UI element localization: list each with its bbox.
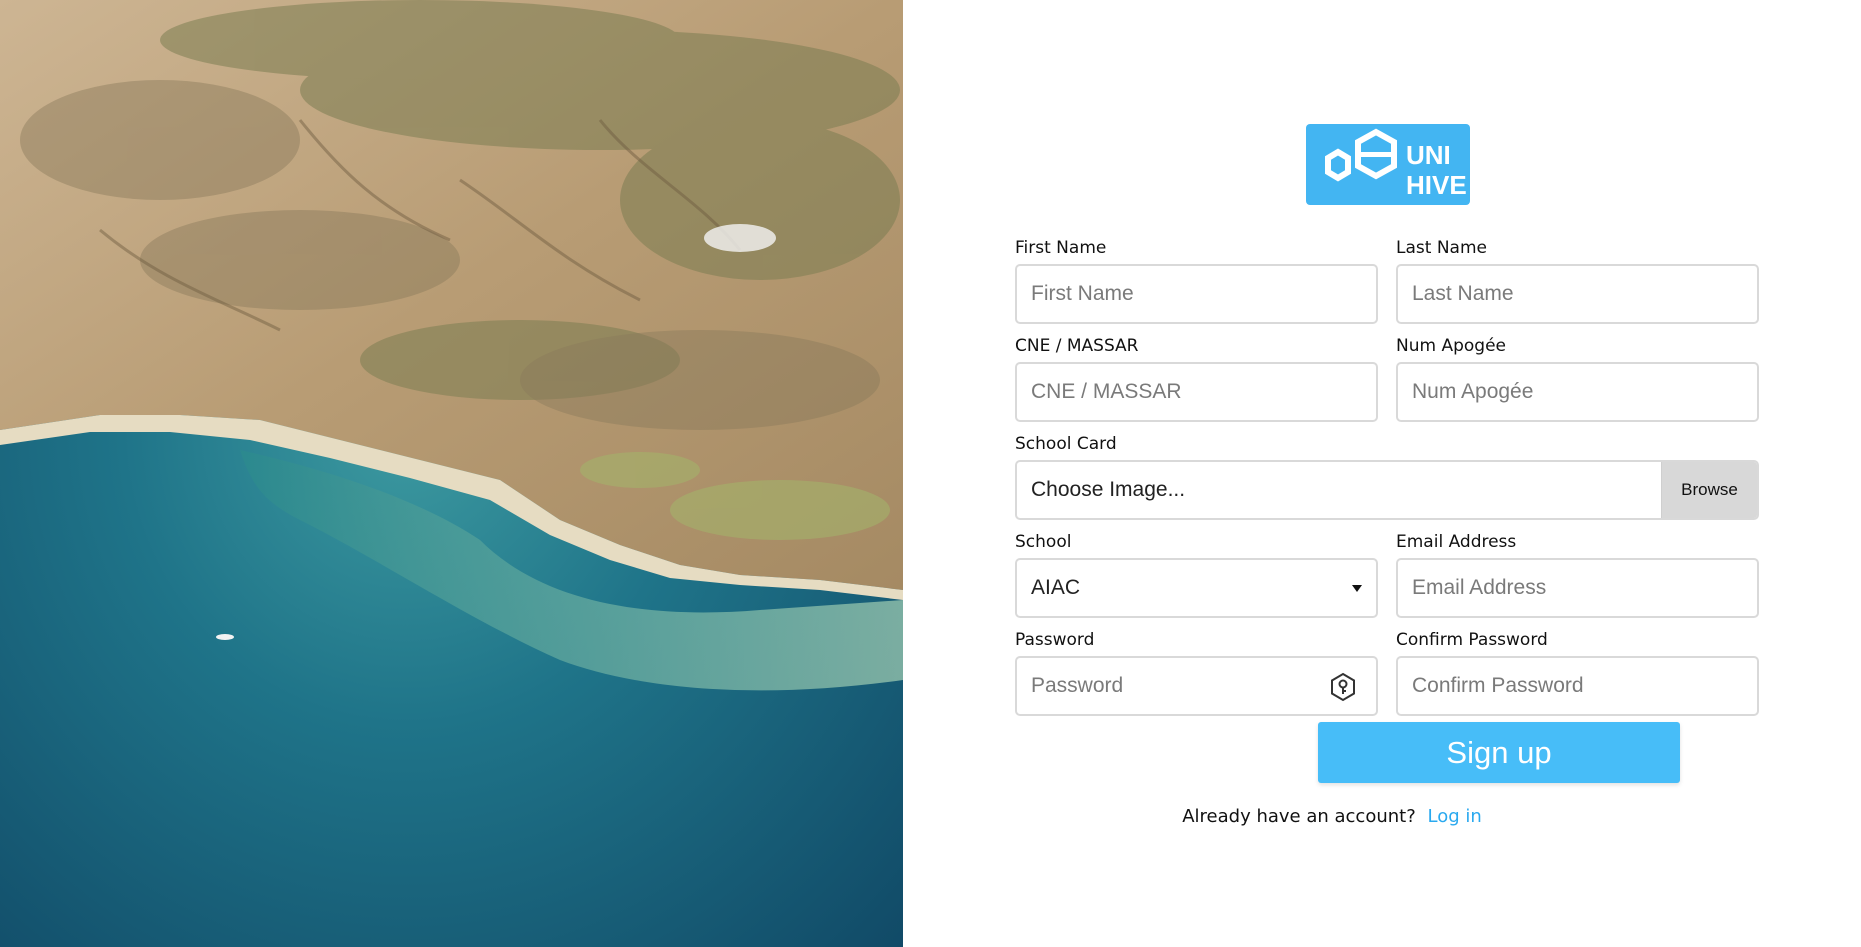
- school-card-file-text: Choose Image...: [1031, 478, 1186, 501]
- last-name-label: Last Name: [1396, 238, 1487, 258]
- apogee-label: Num Apogée: [1396, 336, 1506, 356]
- password-input[interactable]: [1031, 674, 1331, 698]
- email-label: Email Address: [1396, 532, 1517, 552]
- aerial-coastline-image: [0, 0, 903, 947]
- school-card-label: School Card: [1015, 434, 1117, 454]
- already-account-text: Already have an account?: [1182, 806, 1416, 827]
- browse-button[interactable]: Browse: [1661, 462, 1757, 518]
- signup-panel: UNI HIVE First Name Last Name CNE / MASS…: [903, 0, 1861, 947]
- confirm-password-field-wrapper: [1396, 656, 1759, 716]
- signup-page: UNI HIVE First Name Last Name CNE / MASS…: [0, 0, 1861, 947]
- login-link[interactable]: Log in: [1428, 806, 1482, 827]
- school-select-value: AIAC: [1031, 576, 1081, 599]
- logo-text-hive: HIVE: [1406, 170, 1467, 200]
- confirm-password-label: Confirm Password: [1396, 630, 1548, 650]
- password-label: Password: [1015, 630, 1095, 650]
- password-field-wrapper: [1015, 656, 1378, 716]
- school-label: School: [1015, 532, 1072, 552]
- email-field-wrapper: [1396, 558, 1759, 618]
- email-input[interactable]: [1412, 576, 1757, 600]
- key-hexagon-icon[interactable]: [1328, 672, 1358, 702]
- school-select[interactable]: AIAC: [1015, 558, 1378, 618]
- signup-button[interactable]: Sign up: [1318, 722, 1680, 783]
- confirm-password-input[interactable]: [1412, 674, 1757, 698]
- last-name-input[interactable]: [1412, 282, 1757, 306]
- school-card-file-input[interactable]: Choose Image... Browse: [1015, 460, 1759, 520]
- first-name-field-wrapper: [1015, 264, 1378, 324]
- logo-text-uni: UNI: [1406, 140, 1451, 170]
- login-prompt: Already have an account? Log in: [903, 806, 1761, 827]
- apogee-field-wrapper: [1396, 362, 1759, 422]
- first-name-input[interactable]: [1031, 282, 1376, 306]
- unihive-logo: UNI HIVE: [1306, 124, 1470, 205]
- first-name-label: First Name: [1015, 238, 1107, 258]
- cne-input[interactable]: [1031, 380, 1376, 404]
- last-name-field-wrapper: [1396, 264, 1759, 324]
- cne-field-wrapper: [1015, 362, 1378, 422]
- cne-label: CNE / MASSAR: [1015, 336, 1139, 356]
- caret-down-icon: [1352, 584, 1362, 592]
- apogee-input[interactable]: [1412, 380, 1757, 404]
